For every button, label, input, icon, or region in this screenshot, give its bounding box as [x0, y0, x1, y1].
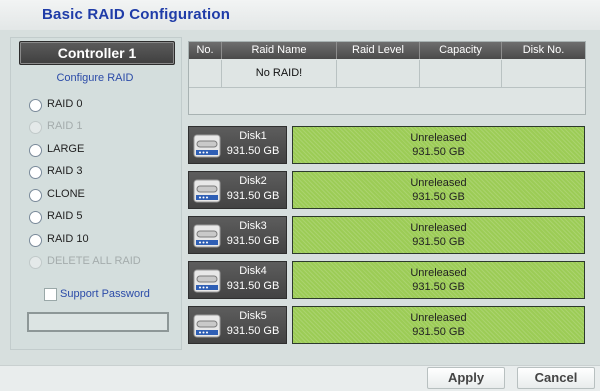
configure-raid-label: Configure RAID	[56, 72, 134, 84]
radio-label: LARGE	[47, 143, 85, 155]
disk-status: Unreleased	[410, 132, 467, 144]
table-cell	[502, 60, 585, 88]
disk-status: Unreleased	[410, 267, 467, 279]
hard-drive-icon	[193, 224, 221, 248]
disk-size: 931.50 GB	[226, 280, 280, 292]
raid-table-header: No. Raid Name Raid Level Capacity Disk N…	[189, 42, 585, 59]
disk-status: Unreleased	[410, 312, 467, 324]
hard-drive-icon	[193, 134, 221, 158]
disk-name: Disk4	[239, 265, 267, 277]
table-cell	[420, 60, 502, 88]
apply-button[interactable]: Apply	[427, 367, 505, 389]
disk-status-size: 931.50 GB	[412, 191, 465, 203]
disk-status: Unreleased	[410, 222, 467, 234]
page-title: Basic RAID Configuration	[42, 6, 231, 23]
disk-tile[interactable]: Disk4 931.50 GB	[188, 261, 287, 299]
hard-drive-icon	[193, 269, 221, 293]
radio-label: RAID 3	[47, 165, 83, 177]
radio-label: CLONE	[47, 188, 85, 200]
disk-status-bar[interactable]: Unreleased 931.50 GB	[292, 216, 585, 254]
radio-button[interactable]	[29, 144, 42, 157]
col-header-raid-level: Raid Level	[337, 42, 420, 59]
table-cell: No RAID!	[222, 60, 337, 88]
disk-status-size: 931.50 GB	[412, 146, 465, 158]
support-password-checkbox[interactable]	[44, 288, 57, 301]
col-header-no: No.	[189, 42, 222, 59]
disk-name: Disk1	[239, 130, 267, 142]
footer-bar: Apply Cancel	[0, 365, 600, 391]
radio-button[interactable]	[29, 211, 42, 224]
cancel-button[interactable]: Cancel	[517, 367, 595, 389]
disk-tile[interactable]: Disk3 931.50 GB	[188, 216, 287, 254]
col-header-disk-no: Disk No.	[522, 44, 565, 56]
raid-table: No. Raid Name Raid Level Capacity Disk N…	[188, 41, 586, 115]
hard-drive-icon	[193, 179, 221, 203]
disk-status-bar[interactable]: Unreleased 931.50 GB	[292, 306, 585, 344]
disk-status: Unreleased	[410, 177, 467, 189]
radio-label: RAID 0	[47, 98, 83, 110]
table-cell	[189, 60, 222, 88]
hard-drive-icon	[193, 314, 221, 338]
disk-size: 931.50 GB	[226, 145, 280, 157]
disk-name: Disk5	[239, 310, 267, 322]
radio-button	[29, 256, 42, 269]
col-header-capacity: Capacity	[420, 42, 502, 59]
radio-button[interactable]	[29, 189, 42, 202]
table-cell	[337, 60, 420, 88]
disk-tile[interactable]: Disk1 931.50 GB	[188, 126, 287, 164]
support-password-label: Support Password	[60, 288, 150, 300]
radio-label: DELETE ALL RAID	[47, 255, 141, 267]
disk-size: 931.50 GB	[226, 190, 280, 202]
disk-status-size: 931.50 GB	[412, 281, 465, 293]
disk-tile[interactable]: Disk5 931.50 GB	[188, 306, 287, 344]
radio-button[interactable]	[29, 99, 42, 112]
disk-size: 931.50 GB	[226, 235, 280, 247]
radio-label: RAID 5	[47, 210, 83, 222]
disk-status-size: 931.50 GB	[412, 326, 465, 338]
col-header-raid-name: Raid Name	[222, 42, 337, 59]
radio-button[interactable]	[29, 166, 42, 179]
controller-button[interactable]: Controller 1	[19, 41, 175, 65]
disk-status-bar[interactable]: Unreleased 931.50 GB	[292, 261, 585, 299]
radio-label: RAID 1	[47, 120, 83, 132]
password-input[interactable]	[27, 312, 169, 332]
disk-name: Disk2	[239, 175, 267, 187]
disk-status-size: 931.50 GB	[412, 236, 465, 248]
disk-size: 931.50 GB	[226, 325, 280, 337]
radio-button	[29, 121, 42, 134]
radio-label: RAID 10	[47, 233, 89, 245]
title-bar: Basic RAID Configuration	[0, 0, 600, 31]
disk-status-bar[interactable]: Unreleased 931.50 GB	[292, 171, 585, 209]
disk-name: Disk3	[239, 220, 267, 232]
disk-status-bar[interactable]: Unreleased 931.50 GB	[292, 126, 585, 164]
disk-tile[interactable]: Disk2 931.50 GB	[188, 171, 287, 209]
radio-button[interactable]	[29, 234, 42, 247]
